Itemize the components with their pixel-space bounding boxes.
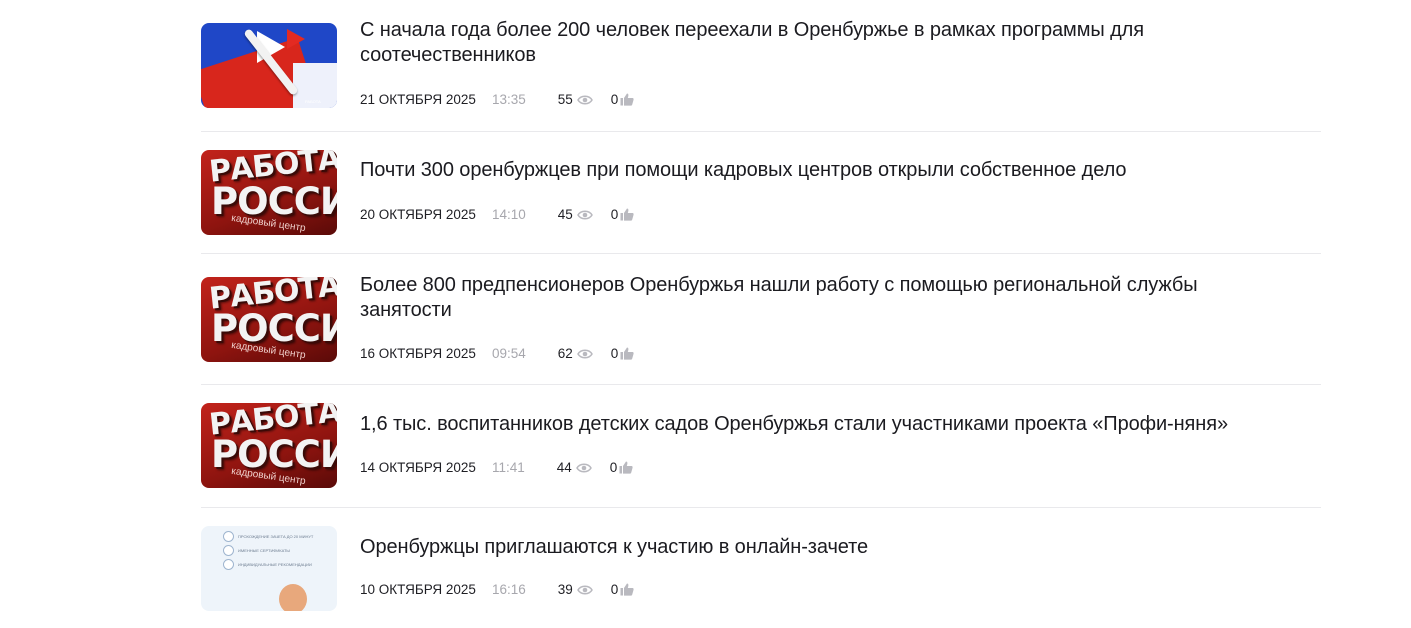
news-time: 14:10 bbox=[491, 207, 526, 222]
eye-icon bbox=[576, 585, 593, 594]
news-title[interactable]: Оренбуржцы приглашаются к участию в онла… bbox=[360, 535, 1291, 560]
news-meta: 20 октября 2025 14:10 45 0 bbox=[360, 207, 634, 222]
thumb-logo-text: РАБОТА bbox=[305, 99, 321, 104]
news-item[interactable]: ПРОХОЖДЕНИЕ ЗАЧЕТА ДО 20 МИНУТ ИМЕННЫЕ С… bbox=[201, 508, 1321, 628]
news-item[interactable]: РАБОТА РОССИИ кадровый центр 1,6 тыс. во… bbox=[201, 385, 1321, 508]
thumb-row: ПРОХОЖДЕНИЕ ЗАЧЕТА ДО 20 МИНУТ bbox=[223, 530, 314, 542]
check-icon bbox=[223, 530, 234, 542]
thumb-illustration bbox=[279, 584, 307, 611]
news-item[interactable]: РАБОТА РОССИИ кадровый центр Почти 300 о… bbox=[201, 132, 1321, 254]
news-date: 20 октября 2025 bbox=[360, 207, 476, 222]
news-thumbnail[interactable]: ПРОХОЖДЕНИЕ ЗАЧЕТА ДО 20 МИНУТ ИМЕННЫЕ С… bbox=[201, 526, 337, 611]
like-count: 0 bbox=[610, 92, 619, 107]
thumbs-up-icon[interactable] bbox=[620, 347, 634, 360]
news-thumbnail[interactable]: РАБОТА bbox=[201, 23, 337, 108]
thumb-text: ПРОХОЖДЕНИЕ ЗАЧЕТА ДО 20 МИНУТ bbox=[238, 533, 314, 539]
news-date: 21 октября 2025 bbox=[360, 92, 476, 107]
thumbs-up-icon[interactable] bbox=[620, 583, 634, 596]
news-time: 09:54 bbox=[491, 346, 526, 361]
thumb-red-triangle bbox=[287, 29, 305, 49]
view-count: 62 bbox=[557, 346, 573, 361]
thumb-row: ИМЕННЫЕ СЕРТИФИКАТЫ bbox=[223, 544, 290, 556]
eye-icon bbox=[576, 210, 593, 219]
news-title[interactable]: 1,6 тыс. воспитанников детских садов Оре… bbox=[360, 412, 1291, 437]
thumb-text: РОССИИ bbox=[211, 180, 337, 223]
recommendation-icon bbox=[223, 558, 234, 570]
view-count: 44 bbox=[556, 460, 572, 475]
view-count: 55 bbox=[557, 92, 573, 107]
news-time: 11:41 bbox=[491, 460, 525, 475]
news-list: РАБОТА С начала года более 200 человек п… bbox=[201, 0, 1321, 628]
certificate-icon bbox=[223, 544, 234, 556]
news-meta: 16 октября 2025 09:54 62 0 bbox=[360, 346, 634, 361]
news-item[interactable]: РАБОТА РОССИИ кадровый центр Более 800 п… bbox=[201, 254, 1321, 385]
news-thumbnail[interactable]: РАБОТА РОССИИ кадровый центр bbox=[201, 150, 337, 235]
thumb-text: ИНДИВИДУАЛЬНЫЕ РЕКОМЕНДАЦИИ bbox=[238, 561, 312, 567]
eye-icon bbox=[576, 95, 593, 104]
thumbs-up-icon[interactable] bbox=[620, 208, 634, 221]
news-date: 14 октября 2025 bbox=[360, 460, 476, 475]
like-count: 0 bbox=[610, 207, 619, 222]
news-meta: 21 октября 2025 13:35 55 0 bbox=[360, 92, 634, 107]
thumb-text: РОССИИ bbox=[211, 433, 337, 476]
news-thumbnail[interactable]: РАБОТА РОССИИ кадровый центр bbox=[201, 277, 337, 362]
thumb-text: РОССИИ bbox=[211, 307, 337, 350]
thumb-text: ИМЕННЫЕ СЕРТИФИКАТЫ bbox=[238, 547, 290, 553]
news-title[interactable]: С начала года более 200 человек переехал… bbox=[360, 18, 1291, 68]
eye-icon bbox=[575, 463, 592, 472]
news-meta: 14 октября 2025 11:41 44 0 bbox=[360, 460, 633, 475]
thumb-row: ИНДИВИДУАЛЬНЫЕ РЕКОМЕНДАЦИИ bbox=[223, 558, 312, 570]
like-count: 0 bbox=[610, 346, 619, 361]
like-count: 0 bbox=[609, 460, 618, 475]
news-date: 16 октября 2025 bbox=[360, 346, 476, 361]
news-title[interactable]: Более 800 предпенсионеров Оренбуржья наш… bbox=[360, 273, 1291, 323]
news-title[interactable]: Почти 300 оренбуржцев при помощи кадровы… bbox=[360, 158, 1291, 183]
news-time: 13:35 bbox=[491, 92, 526, 107]
eye-icon bbox=[576, 349, 593, 358]
thumbs-up-icon[interactable] bbox=[620, 93, 634, 106]
news-item[interactable]: РАБОТА С начала года более 200 человек п… bbox=[201, 0, 1321, 132]
news-thumbnail[interactable]: РАБОТА РОССИИ кадровый центр bbox=[201, 403, 337, 488]
thumbs-up-icon[interactable] bbox=[619, 461, 633, 474]
view-count: 45 bbox=[557, 207, 573, 222]
